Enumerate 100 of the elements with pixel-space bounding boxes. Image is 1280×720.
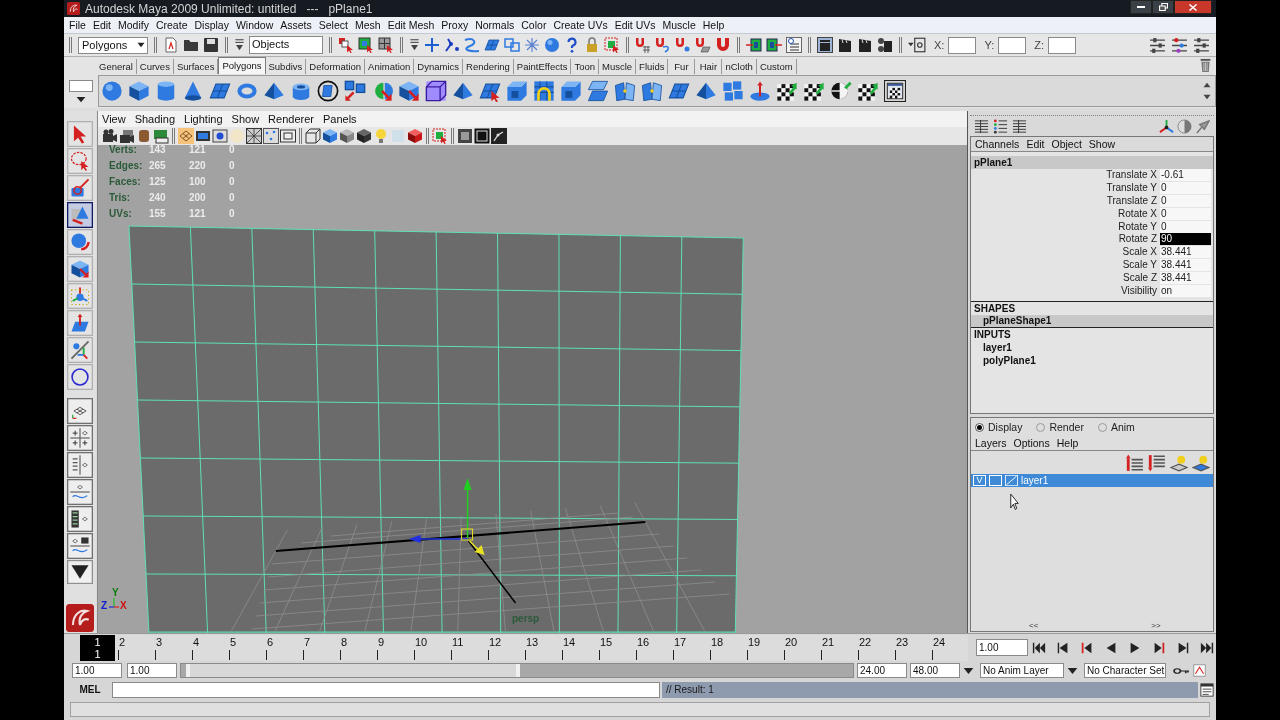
help-icon[interactable] bbox=[564, 37, 580, 53]
menu-item[interactable]: Window bbox=[235, 19, 274, 31]
magnet-curve-icon[interactable] bbox=[655, 37, 671, 53]
panel-menu-item[interactable]: Lighting bbox=[184, 113, 223, 125]
menu-item[interactable]: Create UVs bbox=[553, 19, 608, 31]
play-forward-icon[interactable] bbox=[1128, 640, 1142, 655]
object-name[interactable]: pPlane1 bbox=[971, 156, 1213, 169]
preferences-icon[interactable] bbox=[1193, 664, 1206, 677]
folder-icon[interactable] bbox=[183, 37, 199, 53]
sphere-icon[interactable] bbox=[101, 80, 123, 102]
sliders-icon[interactable] bbox=[1149, 36, 1166, 54]
sliders-icon[interactable] bbox=[1171, 36, 1188, 54]
slash-box-icon[interactable] bbox=[1005, 475, 1018, 486]
open-box-icon[interactable] bbox=[560, 80, 582, 102]
menu-item[interactable]: Normals bbox=[475, 19, 515, 31]
input-node[interactable]: polyPlane1 bbox=[971, 353, 1213, 367]
lasso-icon[interactable] bbox=[67, 148, 93, 174]
channel-menu-item[interactable]: Show bbox=[1088, 138, 1116, 150]
attribute-field[interactable]: 90 bbox=[1160, 233, 1211, 246]
menu-set-dropdown[interactable]: Polygons bbox=[78, 36, 148, 54]
starburst-icon[interactable] bbox=[524, 37, 540, 53]
split-plane-icon[interactable] bbox=[614, 80, 636, 102]
pane-arrow[interactable]: >> bbox=[1151, 622, 1161, 630]
layer-name[interactable]: layer1 bbox=[1021, 475, 1049, 486]
layers-down-icon[interactable] bbox=[1148, 453, 1166, 472]
channel-list-icon[interactable] bbox=[993, 118, 1008, 134]
manipulator-icon[interactable] bbox=[67, 283, 93, 309]
menu-item[interactable]: Edit UVs bbox=[614, 19, 656, 31]
next-key-icon[interactable] bbox=[1176, 640, 1190, 655]
current-time-field[interactable]: 1.00 bbox=[976, 639, 1028, 656]
layer-menu-item[interactable]: Options bbox=[1013, 437, 1050, 449]
playback-start-field[interactable]: 1.00 bbox=[127, 663, 177, 678]
magnet-plane-icon[interactable] bbox=[695, 37, 711, 53]
playback-end-field[interactable]: 24.00 bbox=[857, 663, 907, 678]
select-hierarchy-icon[interactable] bbox=[338, 37, 354, 53]
radio-label[interactable]: Display bbox=[988, 421, 1023, 433]
caret-icon[interactable] bbox=[137, 42, 145, 48]
output-arrow-icon[interactable] bbox=[766, 37, 782, 53]
caret-icon[interactable] bbox=[1067, 666, 1078, 675]
tiles-icon[interactable] bbox=[722, 80, 744, 102]
checker-arrow-icon[interactable] bbox=[776, 80, 798, 102]
menu-item[interactable]: Muscle bbox=[662, 19, 696, 31]
split-plane-icon[interactable] bbox=[641, 80, 663, 102]
cylinder-icon[interactable] bbox=[155, 80, 177, 102]
cone-cube-icon[interactable] bbox=[67, 202, 93, 228]
menu-item[interactable]: Edit bbox=[92, 19, 111, 31]
cube-icon[interactable] bbox=[356, 128, 372, 144]
go-to-start-icon[interactable] bbox=[1032, 640, 1046, 655]
maximize-button[interactable] bbox=[1152, 0, 1174, 14]
maximize-icon[interactable] bbox=[1158, 3, 1168, 11]
panel-menu-item[interactable]: View bbox=[102, 113, 126, 125]
square-icon[interactable] bbox=[457, 128, 473, 144]
circled-plane-icon[interactable] bbox=[317, 80, 339, 102]
frame-icon[interactable] bbox=[474, 128, 490, 144]
magnet-icon[interactable] bbox=[715, 37, 731, 53]
axes-sphere-icon[interactable] bbox=[67, 337, 93, 363]
cube-icon[interactable] bbox=[407, 128, 423, 144]
radio-label[interactable]: Anim bbox=[1110, 421, 1135, 433]
panel-menu-item[interactable]: Renderer bbox=[268, 113, 314, 125]
menu-item[interactable]: Modify bbox=[118, 19, 149, 31]
cube-icon[interactable] bbox=[128, 80, 150, 102]
script-editor-icon[interactable] bbox=[1200, 682, 1214, 697]
pin-icon[interactable] bbox=[1195, 118, 1210, 134]
radio-label[interactable]: Render bbox=[1049, 421, 1084, 433]
plane-icon[interactable] bbox=[209, 80, 231, 102]
layer-sun-icon[interactable] bbox=[1192, 453, 1210, 472]
wire-grid-icon[interactable] bbox=[178, 128, 194, 144]
film-icon[interactable] bbox=[195, 128, 211, 144]
plus-icon[interactable] bbox=[424, 37, 440, 53]
collapse-arrow-icon[interactable] bbox=[409, 38, 420, 52]
single-view-layout-icon[interactable] bbox=[67, 398, 93, 424]
render-view-icon[interactable] bbox=[817, 37, 833, 53]
menu-item[interactable]: Proxy bbox=[441, 19, 469, 31]
character-set-field[interactable]: No Character Set bbox=[1084, 663, 1166, 678]
clapperboard-icon[interactable] bbox=[837, 37, 853, 53]
menu-item[interactable]: Mesh bbox=[354, 19, 381, 31]
tilted-plane-icon[interactable] bbox=[668, 80, 690, 102]
menu-item[interactable]: Color bbox=[521, 19, 547, 31]
scroll-down-icon[interactable] bbox=[1203, 94, 1211, 100]
attribute-field[interactable]: 38.441 bbox=[1160, 271, 1211, 284]
cube-icon[interactable] bbox=[322, 128, 338, 144]
menu-item[interactable]: File bbox=[69, 19, 86, 31]
go-to-end-icon[interactable] bbox=[1200, 640, 1214, 655]
uv-squares-icon[interactable] bbox=[504, 37, 520, 53]
command-input[interactable] bbox=[112, 681, 660, 698]
dots-box-icon[interactable] bbox=[263, 128, 279, 144]
channel-menu-item[interactable]: Channels bbox=[975, 138, 1020, 150]
attribute-field[interactable]: -0.61 bbox=[1160, 169, 1211, 182]
panel-menu-item[interactable]: Shading bbox=[134, 113, 176, 125]
caret-icon[interactable] bbox=[76, 95, 86, 103]
paint-brush-icon[interactable] bbox=[67, 175, 93, 201]
grid-box-icon[interactable] bbox=[246, 128, 262, 144]
vertex-icon[interactable] bbox=[444, 37, 460, 53]
caret-icon[interactable] bbox=[963, 666, 974, 675]
magnet-grid-icon[interactable] bbox=[635, 37, 651, 53]
checker-sphere-icon[interactable] bbox=[830, 80, 852, 102]
caret-icon[interactable] bbox=[67, 560, 93, 584]
menu-item[interactable]: Create bbox=[155, 19, 188, 31]
menu-item[interactable]: Assets bbox=[280, 19, 312, 31]
input-arrow-icon[interactable] bbox=[746, 37, 762, 53]
